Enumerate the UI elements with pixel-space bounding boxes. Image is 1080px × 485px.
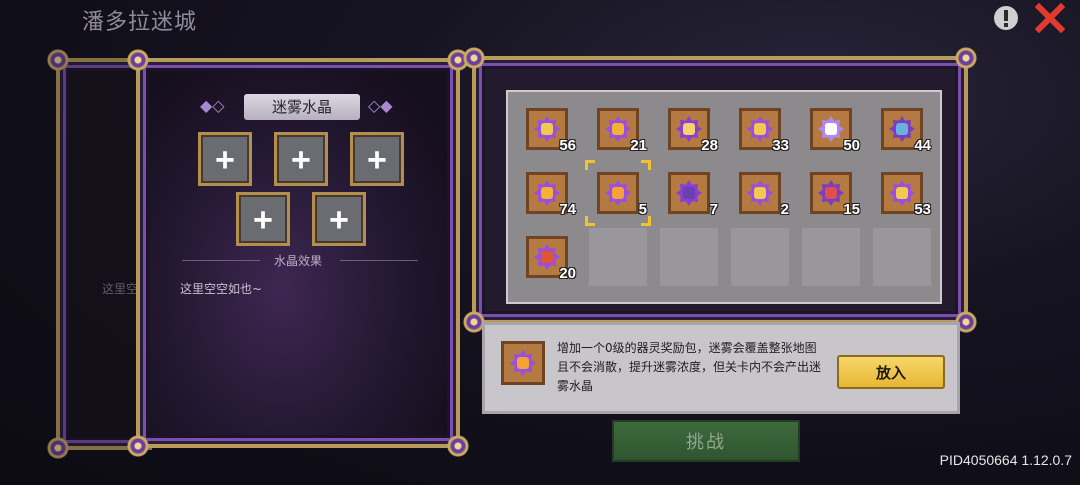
item-count: 53 [914,201,931,218]
item-count: 2 [780,201,789,218]
crystal-item-icon [534,180,560,206]
corner-ornament [463,47,485,69]
item-description-panel: 增加一个0级的器灵奖励包，迷雾会覆盖整张地图且不会消散，提升迷雾浓度，但关卡内不… [482,322,960,414]
item-count: 56 [559,137,576,154]
crystal-slot-4[interactable]: + [236,192,290,246]
item-count: 74 [559,201,576,218]
inventory-item-slot[interactable]: 5 [585,160,651,226]
crystal-effect-empty: 这里空空如也~ [180,282,263,296]
item-core [517,357,529,369]
item-core [825,187,837,199]
item-count: 15 [843,201,860,218]
put-in-button[interactable]: 放入 [837,355,945,389]
divider [182,260,260,261]
crystal-effect-title: 水晶效果 [274,254,323,268]
item-core [683,123,695,135]
inventory-empty-slot[interactable] [589,228,647,286]
selection-corner [585,160,595,170]
corner-ornament [47,437,69,459]
selected-item-tile [501,341,545,385]
crystal-item-icon [889,180,915,206]
item-tile [597,172,639,214]
item-count: 20 [559,265,576,282]
corner-ornament [47,49,69,71]
inventory-item-slot[interactable]: 33 [731,100,789,158]
item-description-text: 增加一个0级的器灵奖励包，迷雾会覆盖整张地图且不会消散，提升迷雾浓度，但关卡内不… [557,341,822,393]
version-label: PID4050664 1.12.0.7 [939,452,1072,468]
crystal-slot-3[interactable]: + [350,132,404,186]
item-core [541,251,553,263]
crystal-item-icon [818,116,844,142]
divider [340,260,418,261]
wing-ornament-right: ◇◆ [368,96,393,115]
inventory-item-slot[interactable]: 21 [589,100,647,158]
inventory-item-slot[interactable]: 2 [731,164,789,222]
item-core [612,123,624,135]
inventory-empty-slot[interactable] [731,228,789,286]
info-icon[interactable] [990,2,1022,34]
selection-corner [641,160,651,170]
crystal-item-icon [676,180,702,206]
selection-corner [585,216,595,226]
selection-corner [641,216,651,226]
item-core [896,187,908,199]
crystal-panel: ◆◇ 迷雾水晶 ◇◆ + + + + + 水晶效果 这里空空如也~ [127,49,469,457]
crystal-item-icon [818,180,844,206]
crystal-slot-2[interactable]: + [274,132,328,186]
close-icon[interactable] [1034,2,1066,34]
inventory-grid: 56 21 28 33 50 44 74 5 7 2 15 53 20 [506,90,942,304]
crystal-slot-1[interactable]: + [198,132,252,186]
corner-ornament [955,47,977,69]
item-core [754,187,766,199]
crystal-item-icon [747,180,773,206]
item-count: 21 [630,137,647,154]
corner-ornament [447,435,469,457]
crystal-item-icon [889,116,915,142]
wing-ornament-left: ◆◇ [200,96,225,115]
crystal-item-icon [747,116,773,142]
crystal-panel-title: 迷雾水晶 [244,94,360,120]
inventory-empty-slot[interactable] [873,228,931,286]
inventory-item-slot[interactable]: 20 [518,228,576,286]
item-tile [668,172,710,214]
challenge-button[interactable]: 挑战 [612,420,800,462]
inventory-item-slot[interactable]: 50 [802,100,860,158]
item-count: 33 [772,137,789,154]
crystal-item-icon [534,116,560,142]
corner-ornament [127,435,149,457]
item-core [541,123,553,135]
inventory-item-slot[interactable]: 53 [873,164,931,222]
inventory-panel: 56 21 28 33 50 44 74 5 7 2 15 53 20 [463,47,977,333]
item-core [825,123,837,135]
item-core [541,187,553,199]
item-count: 44 [914,137,931,154]
crystal-slot-5[interactable]: + [312,192,366,246]
inventory-item-slot[interactable]: 15 [802,164,860,222]
item-core [754,123,766,135]
item-core [683,187,695,199]
inventory-item-slot[interactable]: 7 [660,164,718,222]
inventory-empty-slot[interactable] [802,228,860,286]
item-count: 7 [709,201,718,218]
corner-ornament [127,49,149,71]
item-count: 50 [843,137,860,154]
crystal-item-icon [605,116,631,142]
inventory-item-slot[interactable]: 56 [518,100,576,158]
crystal-item-icon [605,180,631,206]
inventory-item-slot[interactable]: 74 [518,164,576,222]
item-count: 28 [701,137,718,154]
item-core [896,123,908,135]
crystal-item-icon [510,350,536,376]
crystal-item-icon [534,244,560,270]
inventory-item-slot[interactable]: 28 [660,100,718,158]
item-tile [739,172,781,214]
crystal-item-icon [676,116,702,142]
page-title: 潘多拉迷城 [82,10,198,35]
inventory-item-slot[interactable]: 44 [873,100,931,158]
item-core [612,187,624,199]
inventory-empty-slot[interactable] [660,228,718,286]
